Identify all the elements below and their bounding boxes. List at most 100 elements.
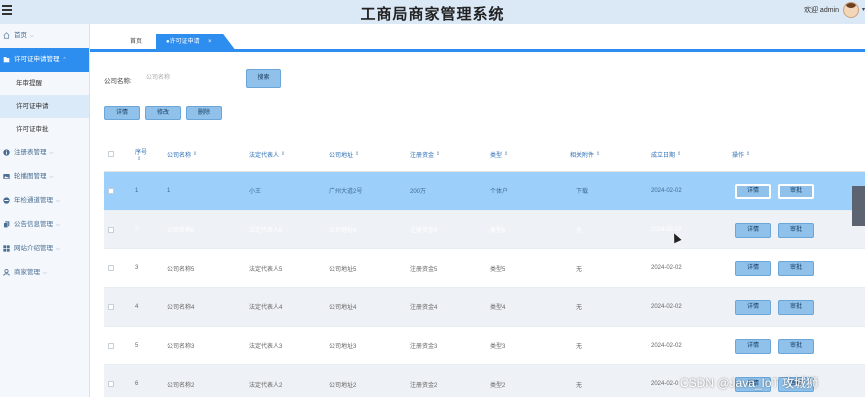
table-row[interactable]: 3 公司名称5 法定代表人5 公司地址5 注册资金5 类型5 无 2024-02-02 详情 审批 — [104, 249, 865, 289]
cell-date: 2024-02-02 — [651, 303, 682, 310]
row-approve-button[interactable]: 审批 — [778, 338, 814, 354]
sort-icon: ⇕ — [746, 151, 751, 157]
cell-date: 2024-02-02 — [651, 226, 682, 233]
column-header-rep[interactable]: 法定代表人 ⇕ — [249, 136, 285, 172]
cell-attachment: 无 — [576, 344, 583, 351]
row-approve-button[interactable]: 审批 — [778, 222, 814, 238]
tab-home[interactable]: 首页 — [120, 34, 152, 51]
cell-attachment[interactable]: 下载 — [576, 172, 588, 210]
sort-icon: ⇕ — [504, 151, 509, 157]
table-row[interactable]: 4 公司名称4 法定代表人4 公司地址4 注册资金4 类型4 无 2024-02-02 详情 审批 — [104, 288, 865, 327]
cell-type: 类型2 — [490, 382, 506, 389]
welcome-text: 欢迎 admin — [803, 7, 839, 14]
close-icon[interactable]: × — [208, 34, 212, 51]
cell-company: 公司名称6 — [167, 228, 195, 235]
cell-no: 1 — [135, 187, 139, 194]
cell-date: 2024-02-02 — [651, 187, 682, 194]
tab-license-apply[interactable]: ●许可证申请 × — [156, 34, 236, 51]
cell-date: 2024-02-02 — [651, 265, 682, 272]
folder-icon — [3, 56, 10, 63]
column-header-company[interactable]: 公司名称 ⇕ — [167, 136, 197, 172]
tab-bar: 首页 ●许可证申请 × — [90, 32, 865, 52]
sort-icon: ⇕ — [193, 151, 198, 157]
cell-no: 2 — [135, 226, 139, 233]
column-header-address[interactable]: 公司地址 ⇕ — [329, 136, 359, 172]
cell-capital: 注册资金5 — [410, 266, 438, 273]
sidebar-subitem-license-apply[interactable]: 许可证申请 — [0, 95, 89, 118]
select-all-checkbox[interactable] — [108, 150, 114, 157]
sidebar-item-annual-inspection[interactable]: 年检通道管理 ⌵ — [0, 189, 89, 213]
cell-type: 类型4 — [490, 305, 506, 312]
search-button[interactable]: 搜索 — [246, 69, 281, 88]
cell-capital: 注册资金4 — [410, 305, 438, 312]
cell-no: 3 — [135, 265, 139, 272]
cell-company: 公司名称4 — [167, 305, 195, 312]
table-row[interactable]: 5 公司名称3 法定代表人3 公司地址3 注册资金3 类型3 无 2024-02-02 详情 审批 — [104, 327, 865, 366]
sidebar-item-label: 首页 — [14, 32, 27, 39]
row-checkbox[interactable] — [108, 226, 114, 233]
column-header-actions: 操作 ⇕ — [732, 151, 751, 159]
edit-button[interactable]: 修改 — [145, 106, 181, 120]
avatar[interactable] — [843, 2, 859, 18]
table-row[interactable]: 2 公司名称6 法定代表人6 公司地址6 注册资金6 类型6 无 2024-02-02 详情 审批 — [104, 210, 865, 250]
cell-rep: 小王 — [249, 189, 262, 196]
sidebar-item-home[interactable]: 首页 ⌵ — [0, 24, 89, 48]
row-approve-button[interactable]: 审批 — [778, 261, 814, 277]
cell-attachment: 无 — [576, 305, 583, 312]
row-detail-button[interactable]: 详情 — [735, 338, 771, 354]
license-table: 序号 ⇕ 公司名称 ⇕ 法定代表人 ⇕ 公司地址 ⇕ 注册资金 ⇕ 类型 ⇕ 相关附件 ⇕ 成… — [104, 136, 865, 397]
sidebar-item-site-intro[interactable]: 网站介绍管理 ⌵ — [0, 237, 89, 261]
cell-attachment: 无 — [576, 382, 583, 389]
sidebar-item-label: 年检通道管理 — [14, 197, 53, 204]
row-checkbox[interactable] — [108, 303, 114, 310]
sidebar-subitem-license-approve[interactable]: 许可证审批 — [0, 118, 89, 141]
scrollbar-thumb[interactable] — [852, 186, 865, 226]
chevron-down-icon: ⌵ — [49, 150, 54, 156]
sidebar-subitem-annual-reminder[interactable]: 年审提醒 — [0, 72, 89, 95]
detail-button[interactable]: 详情 — [104, 106, 140, 120]
cell-address: 公司地址2 — [329, 382, 357, 389]
cell-address: 广州大道2号 — [329, 189, 363, 196]
row-approve-button[interactable]: 审批 — [778, 183, 814, 199]
sidebar-item-registry[interactable]: 注册表管理 ⌵ — [0, 141, 89, 165]
cell-date: 2024-02-0 — [651, 381, 679, 388]
cell-rep: 法定代表人6 — [249, 228, 283, 235]
company-name-search-input[interactable] — [140, 69, 232, 87]
user-icon — [3, 269, 10, 276]
chevron-down-icon: ⌵ — [43, 270, 47, 276]
sidebar-item-notice[interactable]: 公告信息管理 ⌵ — [0, 213, 89, 237]
row-checkbox[interactable] — [108, 381, 114, 388]
row-approve-button[interactable]: 审批 — [778, 299, 814, 315]
cell-attachment: 无 — [576, 266, 583, 273]
cell-capital: 注册资金2 — [410, 382, 438, 389]
chevron-down-icon: ⌵ — [56, 198, 60, 204]
row-detail-button[interactable]: 详情 — [735, 261, 771, 277]
column-header-attachment[interactable]: 相关附件 ⇕ — [570, 136, 600, 172]
column-header-date[interactable]: 成立日期 ⇕ — [651, 136, 681, 172]
row-detail-button[interactable]: 详情 — [735, 183, 771, 199]
copy-icon — [3, 221, 10, 228]
table-row[interactable]: 1 1 小王 广州大道2号 200万 个体户 下载 2024-02-02 详情 审批 — [104, 172, 865, 211]
column-header-capital[interactable]: 注册资金 ⇕ — [410, 136, 440, 172]
column-header-no[interactable]: 序号 ⇕ — [135, 136, 147, 172]
cell-no: 6 — [135, 381, 139, 388]
cell-rep: 法定代表人5 — [249, 266, 283, 273]
sidebar-item-merchant[interactable]: 商家管理 ⌵ — [0, 261, 89, 285]
row-detail-button[interactable]: 详情 — [735, 299, 771, 315]
row-checkbox[interactable] — [108, 342, 114, 349]
sidebar-item-carousel[interactable]: 轮播图管理 ⌵ — [0, 165, 89, 189]
top-header: 工商局商家管理系统 欢迎 admin ▾ — [0, 0, 865, 24]
watermark: CSDN @Java_IoT 攻城狮 — [680, 376, 818, 390]
column-header-type[interactable]: 类型 ⇕ — [490, 136, 508, 172]
chevron-down-icon: ⌵ — [49, 174, 54, 180]
row-checkbox[interactable] — [108, 265, 114, 272]
cell-company: 公司名称5 — [167, 266, 195, 273]
sidebar-item-license-mgmt[interactable]: 许可证申请管理 ⌃ — [0, 48, 89, 72]
cell-type: 类型5 — [490, 266, 506, 273]
cell-address: 公司地址6 — [329, 228, 357, 235]
cell-type: 个体户 — [490, 189, 509, 196]
delete-button[interactable]: 删除 — [186, 106, 222, 120]
row-detail-button[interactable]: 详情 — [735, 222, 771, 238]
chevron-down-icon: ⌵ — [30, 33, 34, 39]
row-checkbox[interactable] — [108, 187, 114, 194]
